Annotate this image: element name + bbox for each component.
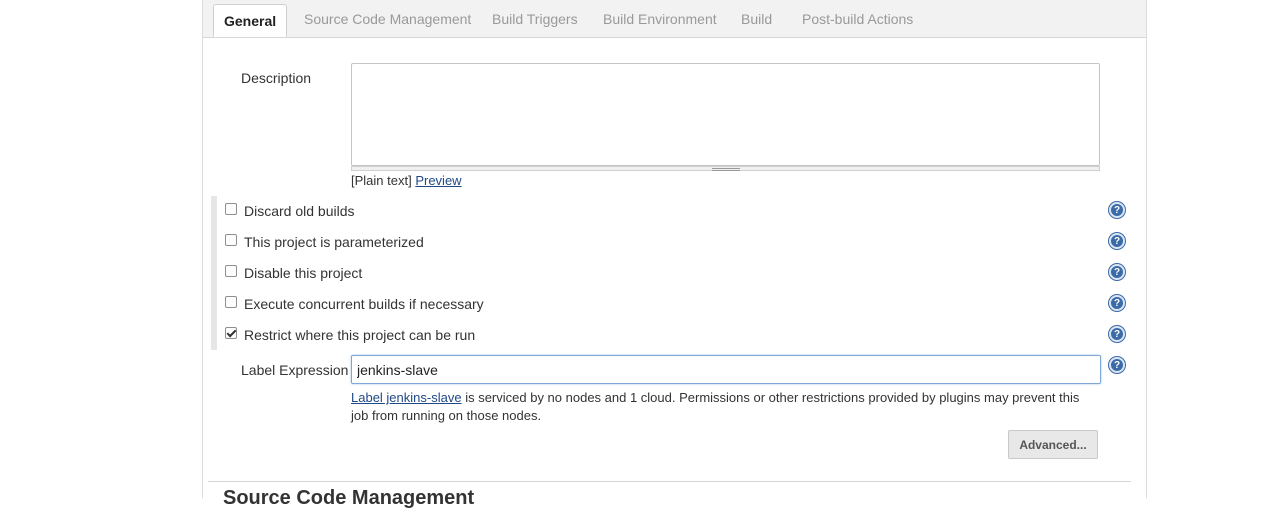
parameterized-checkbox[interactable] [225, 234, 237, 246]
help-restrict-run-icon[interactable]: ? [1109, 326, 1125, 342]
tab-source-code-management[interactable]: Source Code Management [304, 11, 471, 27]
tab-post-build-actions[interactable]: Post-build Actions [802, 11, 913, 27]
concurrent-builds-label: Execute concurrent builds if necessary [244, 296, 484, 312]
tab-build-environment[interactable]: Build Environment [603, 11, 717, 27]
restrict-run-checkbox[interactable] [225, 327, 237, 339]
help-concurrent-builds-icon[interactable]: ? [1109, 295, 1125, 311]
label-expression-input[interactable] [351, 355, 1101, 384]
label-expression-label: Label Expression [241, 362, 349, 378]
parameterized-label: This project is parameterized [244, 234, 424, 250]
preview-link[interactable]: Preview [415, 173, 461, 188]
label-info-message: Label jenkins-slave is serviced by no no… [351, 389, 1096, 425]
discard-old-builds-label: Discard old builds [244, 203, 355, 219]
drag-handle-icon [712, 168, 740, 171]
description-format: [Plain text] Preview [351, 173, 462, 188]
description-label: Description [241, 70, 312, 86]
restrict-run-label: Restrict where this project can be run [244, 327, 476, 343]
tab-build-triggers[interactable]: Build Triggers [492, 11, 578, 27]
tab-build[interactable]: Build [741, 11, 772, 27]
label-jenkins-slave-link[interactable]: Label jenkins-slave [351, 390, 462, 405]
advanced-button[interactable]: Advanced... [1008, 430, 1098, 459]
disable-project-checkbox[interactable] [225, 265, 237, 277]
concurrent-builds-checkbox[interactable] [225, 296, 237, 308]
disable-project-label: Disable this project [244, 265, 363, 281]
source-code-management-heading: Source Code Management [223, 487, 475, 509]
tab-general[interactable]: General [213, 4, 288, 37]
description-textarea[interactable] [351, 63, 1100, 166]
section-divider [208, 481, 1131, 482]
help-disable-project-icon[interactable]: ? [1109, 264, 1125, 280]
plain-text-label: [Plain text] [351, 173, 412, 188]
job-config-panel: General Source Code Management Build Tri… [202, 0, 1147, 509]
help-label-expression-icon[interactable]: ? [1109, 357, 1125, 373]
help-parameterized-icon[interactable]: ? [1109, 233, 1125, 249]
config-tab-bar: General Source Code Management Build Tri… [203, 0, 1146, 38]
textarea-drag-bar[interactable] [351, 166, 1100, 171]
discard-old-builds-checkbox[interactable] [225, 203, 237, 215]
help-discard-old-builds-icon[interactable]: ? [1109, 202, 1125, 218]
options-group-bar [211, 196, 217, 350]
